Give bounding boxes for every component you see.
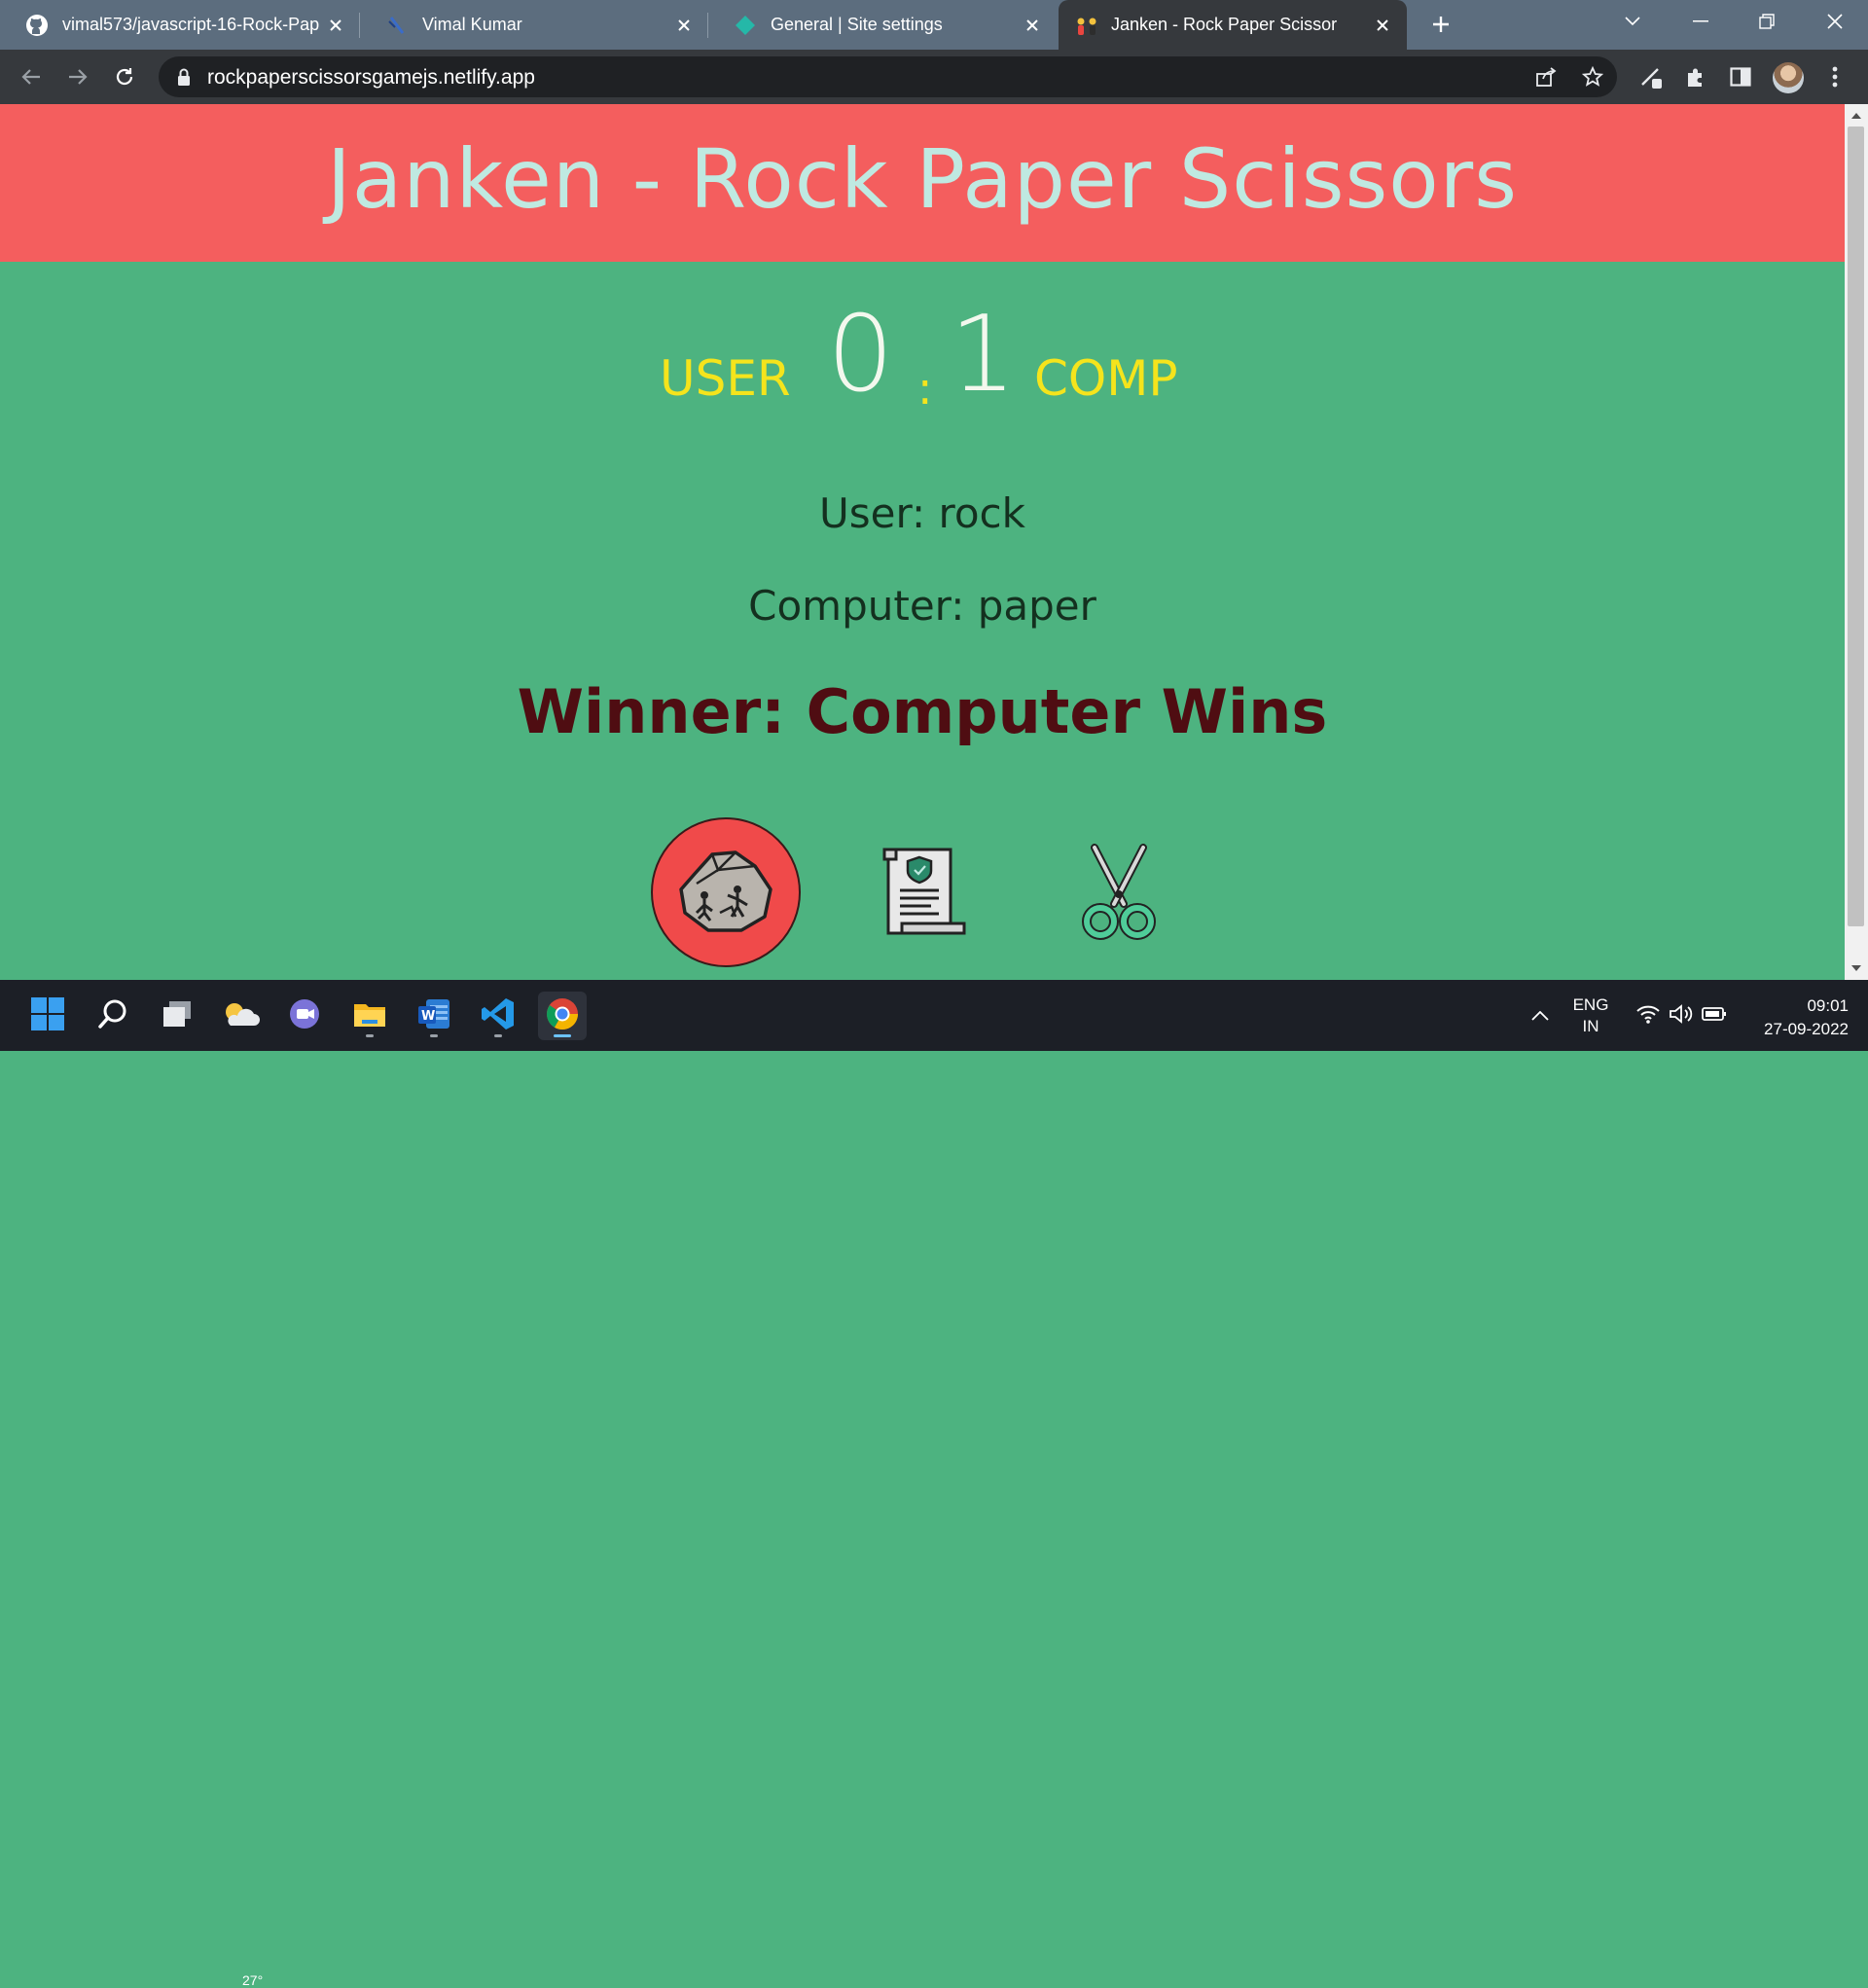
wifi-icon bbox=[1635, 1003, 1661, 1029]
forward-button[interactable] bbox=[59, 58, 96, 95]
vscode-button[interactable] bbox=[474, 992, 522, 1040]
search-button[interactable] bbox=[89, 992, 137, 1040]
search-icon bbox=[97, 998, 128, 1033]
scroll-down-arrow[interactable] bbox=[1848, 959, 1864, 977]
tab-site-settings[interactable]: General | Site settings bbox=[708, 0, 1057, 50]
new-tab-button[interactable] bbox=[1426, 10, 1455, 39]
file-explorer-button[interactable] bbox=[345, 992, 394, 1040]
windows-taskbar: 27° W ENG IN 09:01 27-09-2022 bbox=[0, 980, 1868, 1988]
user-choice-text: User: rock bbox=[819, 489, 1025, 537]
tab-title: vimal573/javascript-16-Rock-Pap bbox=[62, 15, 320, 34]
user-score-label: USER bbox=[660, 350, 791, 407]
score-separator: : bbox=[917, 362, 933, 415]
active-indicator bbox=[554, 1034, 571, 1037]
chrome-button[interactable] bbox=[538, 992, 587, 1040]
menu-kebab-icon[interactable] bbox=[1816, 58, 1853, 95]
tab-strip: vimal573/javascript-16-Rock-Pap Vimal Ku… bbox=[0, 0, 1868, 50]
vscode-icon bbox=[481, 996, 516, 1035]
battery-icon bbox=[1702, 1006, 1727, 1026]
svg-text:W: W bbox=[421, 1009, 435, 1024]
task-view-button[interactable] bbox=[153, 992, 201, 1040]
tab-title: Vimal Kumar bbox=[422, 15, 522, 34]
comp-score-label: COMP bbox=[1034, 350, 1178, 407]
tab-title: General | Site settings bbox=[771, 15, 943, 34]
language-indicator[interactable]: ENG IN bbox=[1563, 994, 1618, 1037]
chat-icon bbox=[288, 997, 321, 1034]
url-text[interactable]: rockpaperscissorsgamejs.netlify.app bbox=[207, 66, 535, 90]
start-button[interactable] bbox=[23, 992, 72, 1040]
computer-choice-text: Computer: paper bbox=[748, 582, 1096, 630]
paper-choice-button[interactable] bbox=[880, 846, 968, 943]
share-icon[interactable] bbox=[1532, 63, 1560, 90]
page-header: Janken - Rock Paper Scissors bbox=[0, 104, 1845, 262]
reload-button[interactable] bbox=[106, 58, 143, 95]
scrollbar-thumb[interactable] bbox=[1848, 127, 1864, 926]
extensions-puzzle-icon[interactable] bbox=[1677, 58, 1714, 95]
page-viewport: Janken - Rock Paper Scissors USER 0 : 1 … bbox=[0, 104, 1845, 980]
weather-cloud-icon bbox=[221, 998, 260, 1033]
tab-janken[interactable]: Janken - Rock Paper Scissor bbox=[1059, 0, 1407, 50]
clock-time: 09:01 bbox=[1807, 996, 1849, 1015]
rock-choice-button[interactable] bbox=[651, 817, 801, 967]
running-indicator bbox=[430, 1034, 438, 1037]
windows-logo-icon bbox=[31, 997, 64, 1034]
page-title: Janken - Rock Paper Scissors bbox=[327, 131, 1518, 227]
task-view-icon bbox=[162, 999, 193, 1032]
scoreboard: USER 0 : 1 COMP bbox=[0, 294, 1845, 440]
volume-icon bbox=[1669, 1003, 1694, 1029]
pen-extension-icon[interactable] bbox=[1634, 58, 1670, 95]
back-button[interactable] bbox=[13, 58, 50, 95]
address-bar[interactable]: rockpaperscissorsgamejs.netlify.app bbox=[159, 56, 1617, 97]
scroll-up-arrow[interactable] bbox=[1848, 107, 1864, 125]
paper-scroll-icon bbox=[880, 844, 968, 945]
chrome-icon bbox=[545, 996, 580, 1035]
restore-button[interactable] bbox=[1734, 0, 1800, 43]
clock-date: 27-09-2022 bbox=[1764, 1020, 1849, 1038]
close-tab-icon[interactable] bbox=[321, 11, 350, 40]
word-button[interactable]: W bbox=[410, 992, 458, 1040]
rock-icon bbox=[675, 845, 776, 940]
comp-score: 1 bbox=[950, 294, 1017, 416]
running-indicator bbox=[494, 1034, 502, 1037]
word-icon: W bbox=[416, 997, 451, 1034]
profile-avatar[interactable] bbox=[1773, 62, 1804, 93]
minimize-button[interactable] bbox=[1668, 0, 1734, 43]
show-hidden-icons-button[interactable] bbox=[1516, 992, 1564, 1040]
weather-widget[interactable] bbox=[216, 992, 265, 1040]
tab-vimal-kumar[interactable]: Vimal Kumar bbox=[360, 0, 708, 50]
close-tab-icon[interactable] bbox=[669, 11, 699, 40]
winner-text: Winner: Computer Wins bbox=[517, 676, 1328, 747]
close-window-button[interactable] bbox=[1802, 0, 1868, 43]
region-code: IN bbox=[1582, 1017, 1599, 1035]
scissor-choice-button[interactable] bbox=[1075, 844, 1163, 945]
running-indicator bbox=[366, 1034, 374, 1037]
tab-search-button[interactable] bbox=[1599, 0, 1666, 43]
close-tab-icon[interactable] bbox=[1018, 11, 1047, 40]
folder-icon bbox=[352, 998, 387, 1033]
clock[interactable]: 09:01 27-09-2022 bbox=[1740, 994, 1849, 1041]
side-panel-icon[interactable] bbox=[1722, 58, 1759, 95]
language-code: ENG bbox=[1572, 995, 1609, 1014]
close-tab-icon[interactable] bbox=[1368, 11, 1397, 40]
netlify-slash-icon bbox=[385, 14, 409, 37]
netlify-diamond-icon bbox=[734, 14, 757, 37]
network-volume-battery[interactable] bbox=[1631, 992, 1732, 1040]
github-icon bbox=[25, 14, 49, 37]
tab-title: Janken - Rock Paper Scissor bbox=[1111, 15, 1338, 34]
scissors-icon bbox=[1075, 844, 1163, 945]
hands-emoji-icon bbox=[1074, 14, 1097, 37]
bookmark-star-icon[interactable] bbox=[1579, 63, 1606, 90]
tab-github[interactable]: vimal573/javascript-16-Rock-Pap bbox=[0, 0, 360, 50]
weather-temperature: 27° bbox=[242, 1972, 264, 1988]
browser-toolbar: rockpaperscissorsgamejs.netlify.app bbox=[0, 50, 1868, 104]
teams-chat-button[interactable] bbox=[280, 992, 329, 1040]
lock-icon[interactable] bbox=[176, 67, 192, 90]
user-score: 0 bbox=[827, 294, 894, 416]
